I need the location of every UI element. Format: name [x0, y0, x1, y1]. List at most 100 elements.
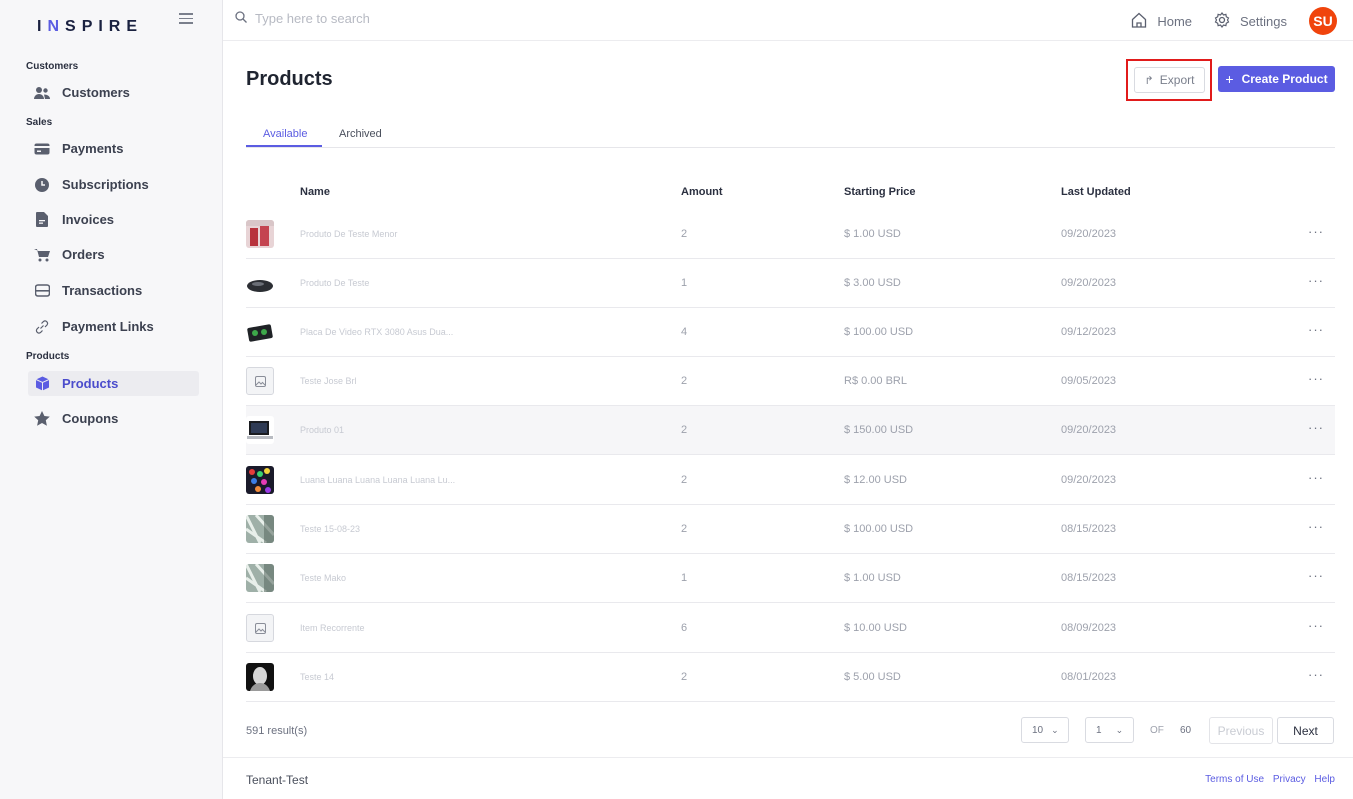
product-price: $ 5.00 USD — [844, 671, 901, 683]
product-price: R$ 0.00 BRL — [844, 375, 907, 387]
search-input[interactable] — [255, 11, 555, 26]
image-placeholder-icon — [246, 367, 274, 395]
more-options-icon[interactable]: ··· — [1308, 568, 1324, 583]
table-row[interactable]: Teste Jose Brl 2 R$ 0.00 BRL 09/05/2023 … — [246, 357, 1335, 406]
privacy-link[interactable]: Privacy — [1273, 774, 1306, 785]
sidebar-item-orders[interactable]: Orders — [28, 242, 199, 267]
page-title: Products — [246, 68, 333, 90]
product-thumbnail — [246, 564, 274, 592]
wallet-icon — [34, 283, 50, 299]
product-amount: 1 — [681, 277, 688, 289]
product-name[interactable]: Teste 14 — [300, 672, 334, 682]
avatar[interactable]: SU — [1309, 7, 1337, 35]
clock-icon — [34, 177, 50, 193]
arrow-right-icon: ↱ — [1144, 74, 1154, 87]
more-options-icon[interactable]: ··· — [1308, 420, 1324, 435]
menu-toggle-icon[interactable] — [179, 13, 193, 25]
nav-section-products: Products — [26, 351, 70, 362]
table-row[interactable]: Teste 15-08-23 2 $ 100.00 USD 08/15/2023… — [246, 505, 1335, 554]
home-icon — [1131, 12, 1157, 31]
more-options-icon[interactable]: ··· — [1308, 273, 1324, 288]
product-amount: 2 — [681, 424, 688, 436]
product-price: $ 3.00 USD — [844, 277, 901, 289]
product-name[interactable]: Teste Mako — [300, 573, 346, 583]
sidebar-item-products[interactable]: Products — [28, 371, 199, 396]
product-thumbnail — [246, 515, 274, 543]
cart-icon — [34, 247, 50, 263]
home-link[interactable]: Home — [1131, 12, 1192, 31]
column-header-last-updated[interactable]: Last Updated — [1061, 186, 1131, 198]
table-row[interactable]: Produto De Teste 1 $ 3.00 USD 09/20/2023… — [246, 259, 1335, 308]
box-icon — [34, 376, 50, 392]
next-button[interactable]: Next — [1277, 717, 1334, 744]
previous-button[interactable]: Previous — [1209, 717, 1273, 744]
product-date: 08/15/2023 — [1061, 523, 1117, 535]
page-number-select[interactable]: 1 ⌄ — [1085, 717, 1134, 743]
table-row[interactable]: Produto De Teste Menor 2 $ 1.00 USD 09/2… — [246, 210, 1335, 259]
results-count: 591 result(s) — [246, 725, 308, 737]
table-row[interactable]: Teste Mako 1 $ 1.00 USD 08/15/2023 ··· — [246, 554, 1335, 603]
table-row[interactable]: Teste 14 2 $ 5.00 USD 08/01/2023 ··· — [246, 653, 1335, 702]
product-amount: 6 — [681, 622, 688, 634]
sidebar-item-payments[interactable]: Payments — [28, 136, 199, 161]
product-name[interactable]: Teste 15-08-23 — [300, 524, 360, 534]
product-amount: 2 — [681, 375, 688, 387]
sidebar-item-invoices[interactable]: Invoices — [28, 207, 199, 232]
nav-section-sales: Sales — [26, 117, 53, 128]
export-highlight-box: ↱ Export — [1126, 59, 1212, 101]
more-options-icon[interactable]: ··· — [1308, 224, 1324, 239]
brand-logo[interactable]: INSPIRE — [37, 18, 143, 36]
product-amount: 2 — [681, 474, 688, 486]
column-header-starting-price[interactable]: Starting Price — [844, 186, 916, 198]
sidebar-item-label: Payments — [62, 141, 124, 156]
more-options-icon[interactable]: ··· — [1308, 519, 1324, 534]
terms-link[interactable]: Terms of Use — [1205, 774, 1264, 785]
column-header-name[interactable]: Name — [300, 186, 330, 198]
sidebar-item-transactions[interactable]: Transactions — [28, 278, 199, 303]
page-number-value: 1 — [1096, 724, 1102, 736]
product-thumbnail — [246, 416, 274, 444]
more-options-icon[interactable]: ··· — [1308, 371, 1324, 386]
of-label: OF — [1150, 725, 1164, 736]
product-name[interactable]: Produto 01 — [300, 425, 344, 435]
more-options-icon[interactable]: ··· — [1308, 618, 1324, 633]
table-row[interactable]: Luana Luana Luana Luana Luana Lu... 2 $ … — [246, 456, 1335, 505]
chevron-down-icon: ⌄ — [1051, 724, 1059, 735]
product-name[interactable]: Teste Jose Brl — [300, 376, 357, 386]
footer: Tenant-Test Terms of Use Privacy Help — [223, 757, 1353, 799]
search-bar[interactable] — [235, 11, 555, 26]
table-row[interactable]: Produto 01 2 $ 150.00 USD 09/20/2023 ··· — [246, 406, 1335, 455]
nav-section-customers: Customers — [26, 61, 79, 72]
sidebar-item-subscriptions[interactable]: Subscriptions — [28, 172, 199, 197]
tab-available[interactable]: Available — [263, 128, 307, 140]
more-options-icon[interactable]: ··· — [1308, 322, 1324, 337]
product-date: 09/20/2023 — [1061, 474, 1117, 486]
column-header-amount[interactable]: Amount — [681, 186, 723, 198]
help-link[interactable]: Help — [1314, 774, 1335, 785]
product-date: 09/05/2023 — [1061, 375, 1117, 387]
more-options-icon[interactable]: ··· — [1308, 470, 1324, 485]
tabs: Available Archived — [246, 122, 1335, 148]
product-price: $ 150.00 USD — [844, 424, 914, 436]
sidebar-item-customers[interactable]: Customers — [28, 80, 199, 105]
product-name[interactable]: Placa De Video RTX 3080 Asus Dua... — [300, 327, 453, 337]
product-amount: 2 — [681, 523, 688, 535]
table-row[interactable]: Item Recorrente 6 $ 10.00 USD 08/09/2023… — [246, 604, 1335, 653]
export-button[interactable]: ↱ Export — [1134, 67, 1205, 93]
product-name[interactable]: Luana Luana Luana Luana Luana Lu... — [300, 475, 455, 485]
plus-icon: + — [1225, 71, 1234, 87]
sidebar-item-coupons[interactable]: Coupons — [28, 406, 199, 431]
table-row[interactable]: Placa De Video RTX 3080 Asus Dua... 4 $ … — [246, 308, 1335, 357]
page-size-select[interactable]: 10 ⌄ — [1021, 717, 1069, 743]
product-date: 09/20/2023 — [1061, 228, 1117, 240]
product-name[interactable]: Item Recorrente — [300, 623, 365, 633]
create-product-button[interactable]: + Create Product — [1218, 66, 1335, 92]
more-options-icon[interactable]: ··· — [1308, 667, 1324, 682]
page-size-value: 10 — [1032, 724, 1044, 736]
sidebar-item-payment-links[interactable]: Payment Links — [28, 314, 199, 339]
product-name[interactable]: Produto De Teste Menor — [300, 229, 397, 239]
product-date: 09/12/2023 — [1061, 326, 1117, 338]
product-name[interactable]: Produto De Teste — [300, 278, 369, 288]
tab-archived[interactable]: Archived — [339, 128, 382, 140]
settings-link[interactable]: Settings — [1214, 11, 1287, 31]
